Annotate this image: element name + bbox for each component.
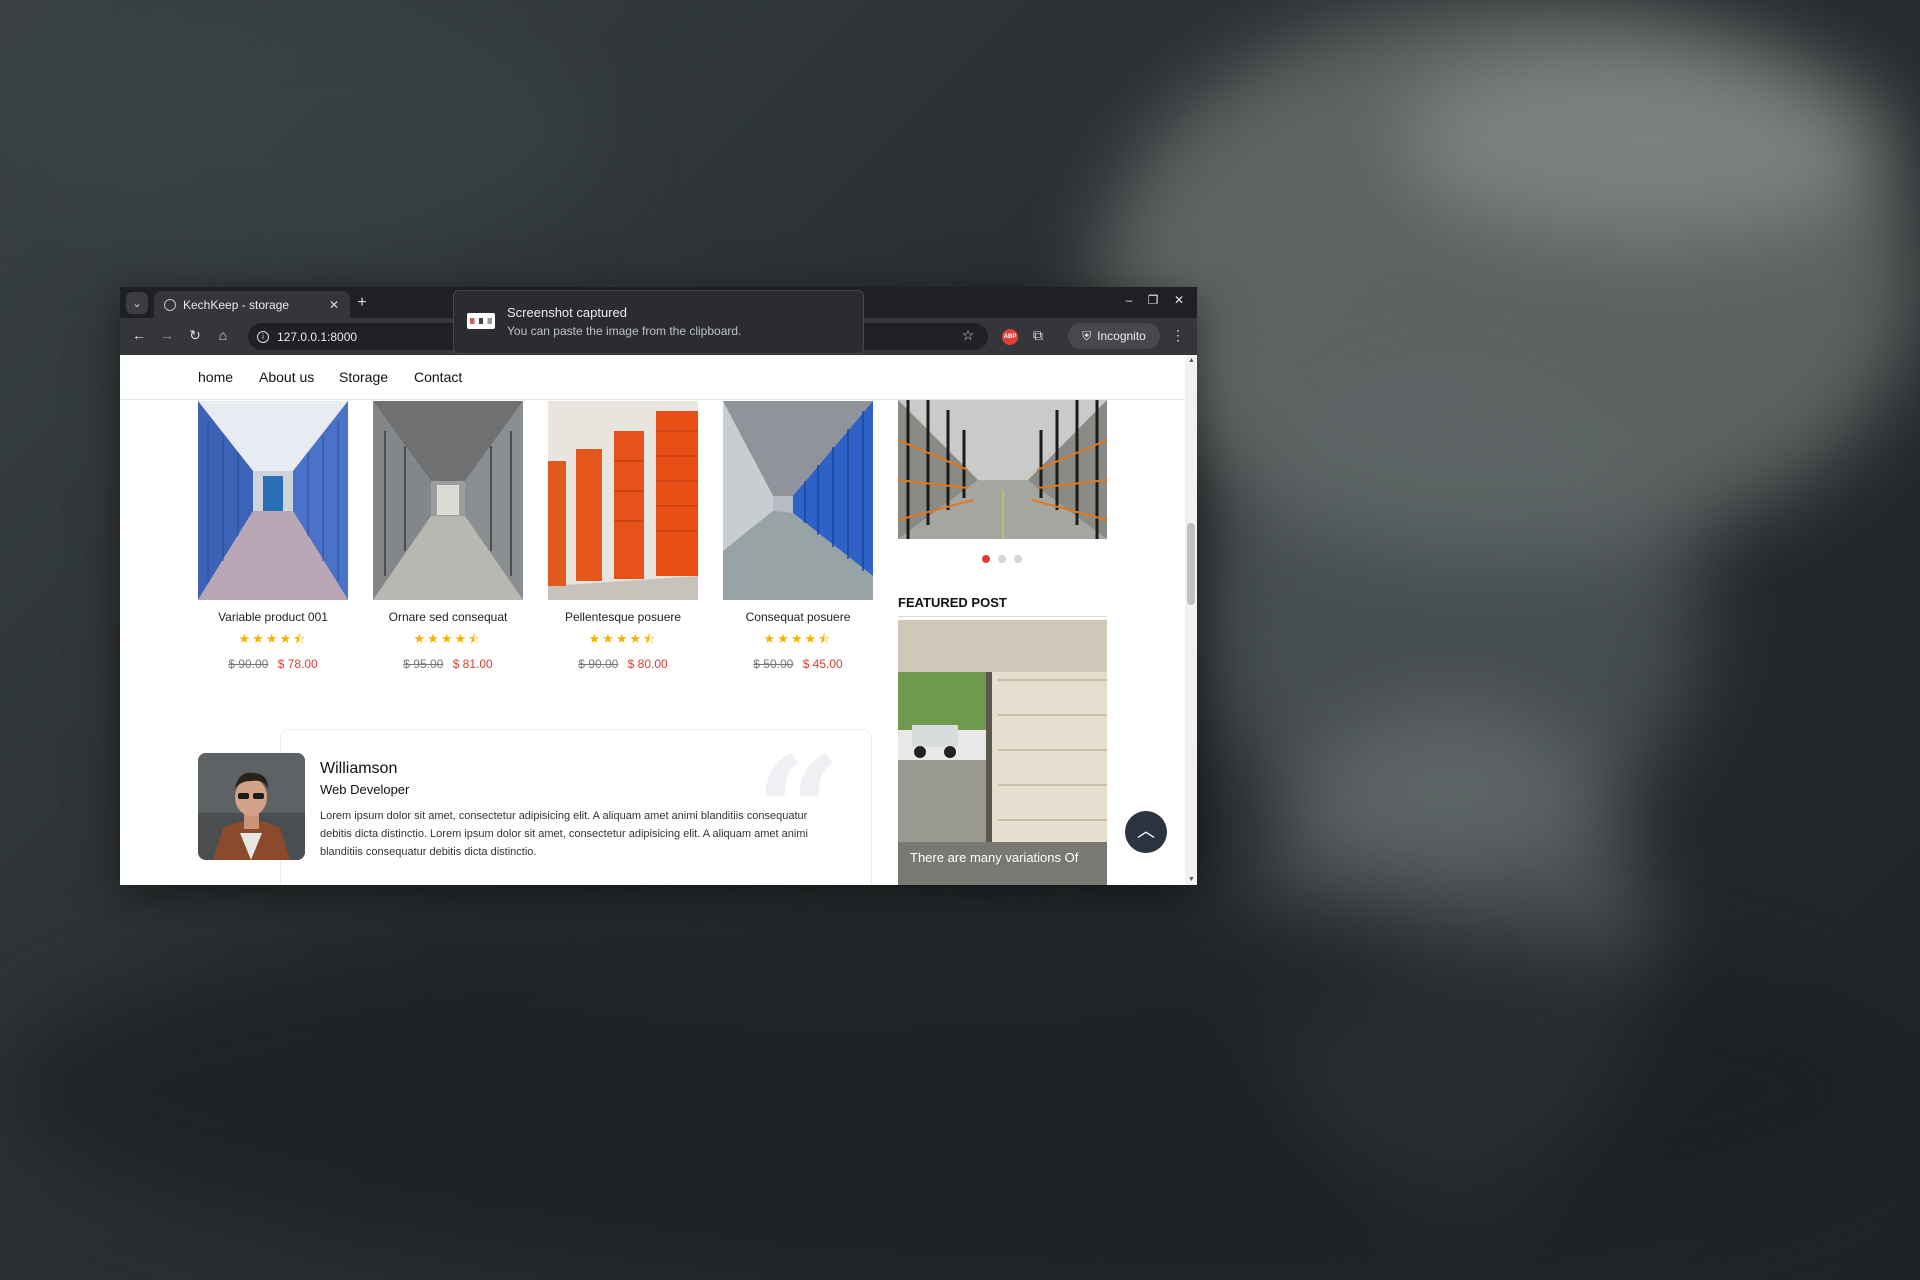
product-card[interactable]: Consequat posuere ★★★★⯪ $ 50.00 $ 45.00 — [723, 401, 873, 671]
product-image[interactable] — [548, 401, 698, 600]
testimonial-name: Williamson — [320, 760, 398, 777]
rating-stars: ★★★★⯪ — [763, 631, 833, 646]
product-name[interactable]: Pellentesque posuere — [548, 610, 698, 624]
extensions-icon[interactable]: ⧉ — [1028, 327, 1048, 344]
old-price: $ 95.00 — [403, 657, 444, 671]
sale-price: $ 78.00 — [277, 657, 318, 671]
maximize-button[interactable]: ❐ — [1144, 293, 1162, 307]
sale-price: $ 80.00 — [627, 657, 668, 671]
product-price: $ 90.00 $ 80.00 — [548, 657, 698, 671]
site-nav: home About us Storage Contact — [120, 355, 1185, 400]
avatar — [198, 753, 305, 860]
new-tab-button[interactable]: + — [352, 293, 372, 313]
screenshot-toast[interactable]: Screenshot captured You can paste the im… — [453, 290, 864, 354]
minimize-button[interactable]: – — [1120, 293, 1138, 307]
screenshot-thumbnail-icon — [467, 313, 495, 329]
page-scrollbar[interactable]: ▲ ▼ — [1185, 355, 1197, 885]
globe-icon — [164, 298, 176, 311]
tab-search-button[interactable]: ⌄ — [126, 292, 148, 314]
product-card[interactable]: Variable product 001 ★★★★⯪ $ 90.00 $ 78.… — [198, 401, 348, 671]
old-price: $ 90.00 — [578, 657, 619, 671]
featured-post-heading: FEATURED POST — [898, 595, 1007, 610]
incognito-badge[interactable]: ⛨ Incognito — [1068, 323, 1160, 349]
sale-price: $ 81.00 — [452, 657, 493, 671]
product-name[interactable]: Ornare sed consequat — [373, 610, 523, 624]
tab-close-icon[interactable]: ✕ — [326, 298, 342, 312]
product-price: $ 90.00 $ 78.00 — [198, 657, 348, 671]
nav-contact[interactable]: Contact — [414, 369, 462, 385]
forward-arrow-icon[interactable]: → — [157, 327, 177, 343]
scroll-up-icon[interactable]: ▲ — [1188, 357, 1195, 364]
product-name[interactable]: Variable product 001 — [198, 610, 348, 624]
site-info-icon[interactable]: i — [257, 330, 269, 343]
product-name[interactable]: Consequat posuere — [723, 610, 873, 624]
scroll-down-icon[interactable]: ▼ — [1188, 876, 1195, 883]
rating-stars: ★★★★⯪ — [238, 631, 308, 646]
rating-stars: ★★★★⯪ — [413, 631, 483, 646]
tab-title: KechKeep - storage — [183, 297, 290, 312]
slider-dot[interactable] — [982, 555, 990, 563]
divider — [898, 616, 1107, 617]
product-image[interactable] — [723, 401, 873, 600]
product-price: $ 50.00 $ 45.00 — [723, 657, 873, 671]
sidebar-slider-image[interactable] — [898, 400, 1107, 539]
browser-tab[interactable]: KechKeep - storage ✕ — [154, 291, 350, 318]
rating-stars: ★★★★⯪ — [588, 631, 658, 646]
product-card[interactable]: Ornare sed consequat ★★★★⯪ $ 95.00 $ 81.… — [373, 401, 523, 671]
slider-dot[interactable] — [998, 555, 1006, 563]
slider-dots — [982, 555, 1022, 563]
url-text: 127.0.0.1:8000 — [277, 329, 358, 344]
old-price: $ 90.00 — [228, 657, 269, 671]
product-image[interactable] — [198, 401, 348, 600]
nav-about-us[interactable]: About us — [259, 369, 314, 385]
incognito-icon: ⛨ — [1082, 328, 1092, 343]
old-price: $ 50.00 — [753, 657, 794, 671]
browser-menu-icon[interactable]: ⋮ — [1168, 327, 1188, 344]
testimonial-text: Lorem ipsum dolor sit amet, consectetur … — [320, 810, 808, 858]
product-card[interactable]: Pellentesque posuere ★★★★⯪ $ 90.00 $ 80.… — [548, 401, 698, 671]
nav-home[interactable]: home — [198, 369, 233, 385]
bookmark-star-icon[interactable]: ☆ — [958, 327, 978, 344]
toast-title: Screenshot captured — [507, 305, 627, 320]
product-image[interactable] — [373, 401, 523, 600]
testimonial-role: Web Developer — [320, 782, 410, 797]
back-to-top-button[interactable]: ︿ — [1125, 811, 1167, 853]
page-viewport: home About us Storage Contact Variable p… — [120, 355, 1185, 885]
toast-message: You can paste the image from the clipboa… — [507, 324, 742, 338]
featured-post-image[interactable]: There are many variations Of — [898, 620, 1107, 885]
product-price: $ 95.00 $ 81.00 — [373, 657, 523, 671]
adblock-icon[interactable]: ABP — [1002, 329, 1018, 345]
back-arrow-icon[interactable]: ← — [129, 327, 149, 343]
slider-dot[interactable] — [1014, 555, 1022, 563]
sale-price: $ 45.00 — [802, 657, 843, 671]
scrollbar-thumb[interactable] — [1187, 523, 1195, 605]
browser-window: ⌄ KechKeep - storage ✕ + – ❐ ✕ ← → ↻ ⌂ i… — [120, 287, 1197, 885]
reload-icon[interactable]: ↻ — [185, 327, 205, 344]
incognito-label: Incognito — [1097, 329, 1146, 343]
featured-post-caption[interactable]: There are many variations Of — [910, 850, 1078, 865]
nav-storage[interactable]: Storage — [339, 369, 388, 385]
window-close-button[interactable]: ✕ — [1170, 293, 1188, 307]
home-icon[interactable]: ⌂ — [213, 327, 233, 343]
